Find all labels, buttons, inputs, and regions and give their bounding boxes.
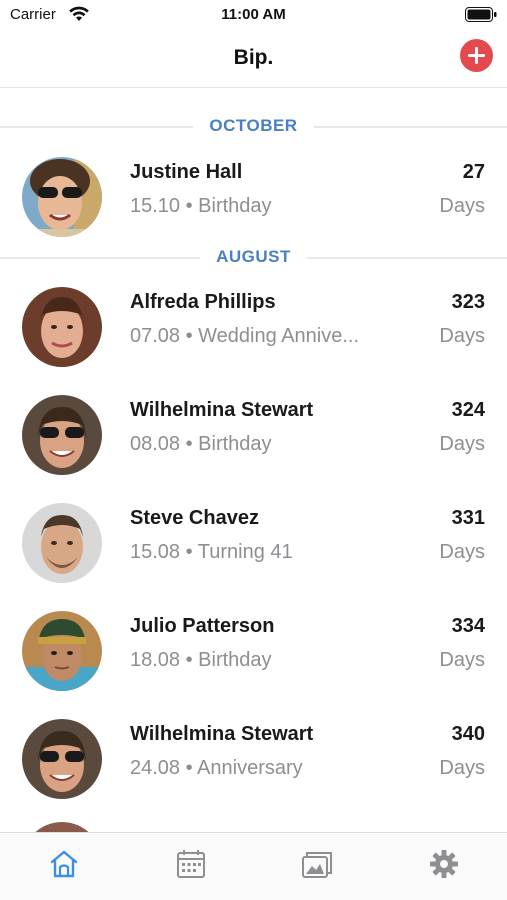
days-label: Days [439,649,485,671]
add-event-button[interactable] [460,39,493,72]
divider [314,126,507,128]
avatar [22,157,102,237]
person-name: Julio Patterson [130,615,275,637]
days-label: Days [439,433,485,455]
days-label: Days [439,541,485,563]
tab-bar [0,832,507,900]
days-count: 323 [451,291,485,313]
event-detail: 15.08 • Turning 41 [130,541,293,563]
days-count: 334 [451,615,485,637]
gear-icon [430,850,458,878]
list-item[interactable]: Steve Chavez 15.08 • Turning 41 331 Days [0,493,507,593]
page-title: Bip. [233,46,274,69]
section-header-august: AUGUST [0,245,507,269]
days-label: Days [439,195,485,217]
section-header-october: OCTOBER [0,114,507,138]
list-item[interactable]: Wilhelmina Stewart 08.08 • Birthday 324 … [0,385,507,485]
event-detail: 15.10 • Birthday [130,195,272,217]
days-count: 324 [451,399,485,421]
event-detail: 24.08 • Anniversary [130,757,303,779]
days-label: Days [439,757,485,779]
tab-home[interactable] [47,847,81,881]
person-name: Alfreda Phillips [130,291,276,313]
days-label: Days [439,325,485,347]
status-bar: Carrier 11:00 AM [0,0,507,30]
person-name: Steve Chavez [130,507,259,529]
avatar [22,822,102,832]
days-count: 27 [462,161,485,183]
avatar [22,611,102,691]
list-item[interactable]: Julio Patterson 18.08 • Birthday 334 Day… [0,601,507,701]
days-count: 340 [451,723,485,745]
calendar-icon [177,850,205,878]
cards-icon [302,852,332,878]
event-detail: 08.08 • Birthday [130,433,272,455]
battery-icon [465,7,497,22]
days-count: 331 [451,507,485,529]
plus-icon [468,47,485,64]
list-item[interactable]: Alfreda Phillips 07.08 • Wedding Annive.… [0,277,507,377]
navigation-bar: Bip. [0,30,507,88]
avatar [22,287,102,367]
avatar [22,719,102,799]
event-list[interactable]: OCTOBER Justine Hall 15.10 • Birthday 27… [0,89,507,832]
event-detail: 07.08 • Wedding Annive... [130,325,360,347]
status-time: 11:00 AM [221,6,286,23]
tab-calendar[interactable] [174,847,208,881]
avatar [22,395,102,475]
person-name: Wilhelmina Stewart [130,399,314,421]
list-item[interactable]: Wilhelmina Stewart 24.08 • Anniversary 3… [0,709,507,809]
tab-settings[interactable] [427,847,461,881]
home-icon [50,850,78,878]
person-name: Wilhelmina Stewart [130,723,314,745]
avatar [22,503,102,583]
tab-cards[interactable] [300,847,334,881]
list-item[interactable]: Justine Hall 15.10 • Birthday 27 Days [0,147,507,247]
event-detail: 18.08 • Birthday [130,649,272,671]
person-name: Justine Hall [130,161,243,183]
list-item-partial[interactable] [0,822,507,832]
divider [307,257,507,259]
